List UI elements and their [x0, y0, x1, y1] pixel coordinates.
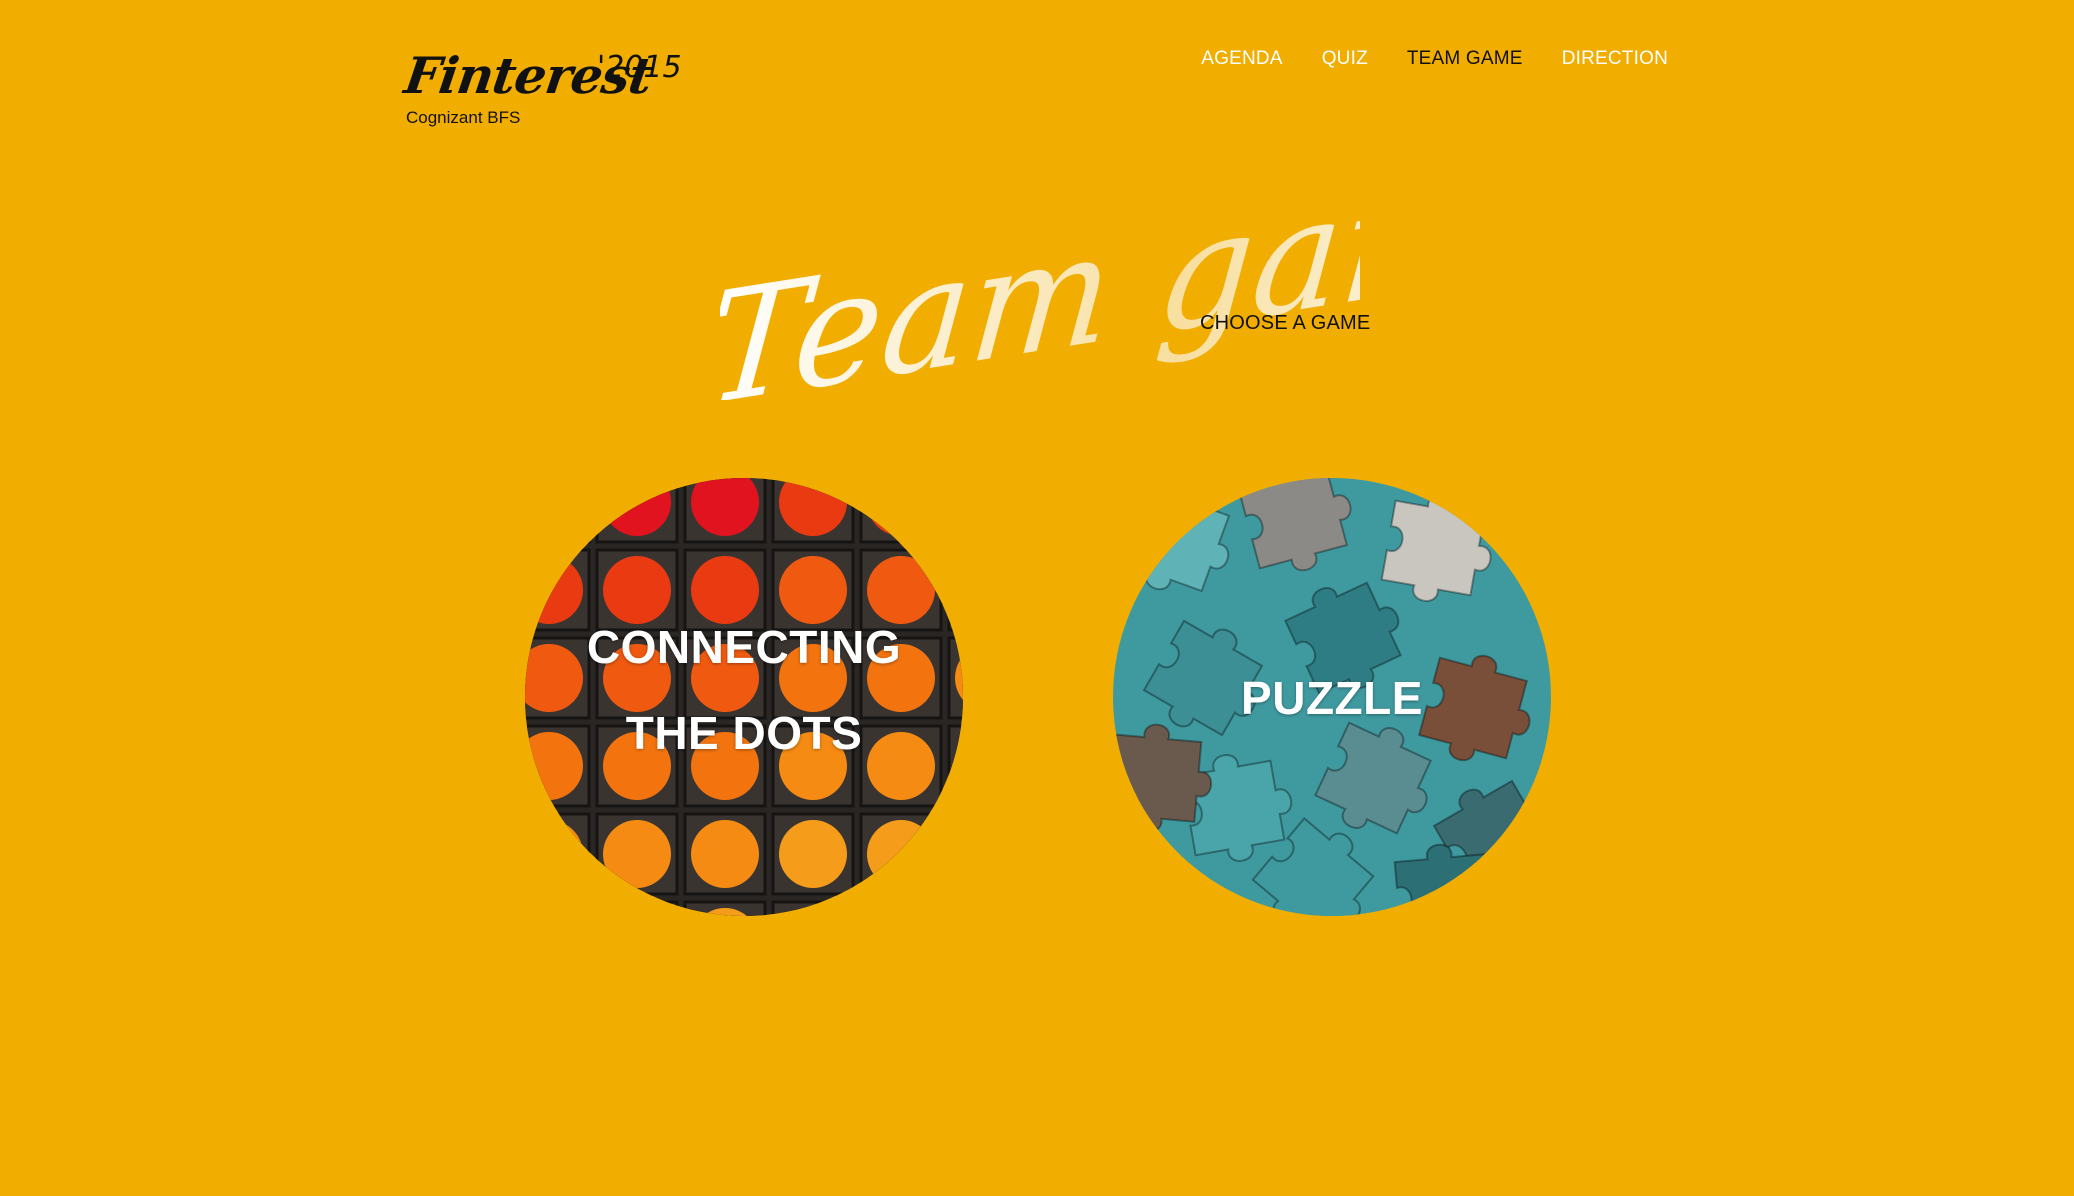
nav-item-agenda[interactable]: AGENDA: [1201, 48, 1282, 70]
nav-item-team-game[interactable]: TEAM GAME: [1407, 48, 1523, 70]
game-card-connecting-the-dots[interactable]: CONNECTING THE DOTS: [525, 478, 963, 916]
connect-dots-image: [525, 478, 963, 916]
nav-item-quiz[interactable]: QUIZ: [1322, 48, 1368, 70]
game-title: PUZZLE: [1241, 672, 1423, 724]
page-title-svg: Team game: [700, 125, 1578, 441]
game-title-line1: CONNECTING: [586, 621, 902, 673]
brand-subtitle: Cognizant BFS: [406, 108, 521, 127]
main-nav: AGENDA QUIZ TEAM GAME DIRECTION: [1201, 48, 1668, 70]
game-card-puzzle[interactable]: PUZZLE: [1113, 478, 1551, 916]
page-title: Team game: [700, 125, 1578, 441]
page-subtitle: CHOOSE A GAME: [1200, 312, 1371, 334]
nav-item-direction[interactable]: DIRECTION: [1562, 48, 1668, 70]
brand-logo-block[interactable]: Finterest '2015 Cognizant BFS: [401, 46, 685, 136]
brand-year: '2015: [597, 50, 682, 85]
page-title-text: Team game: [720, 160, 1360, 400]
game-title-line2: THE DOTS: [625, 707, 863, 759]
